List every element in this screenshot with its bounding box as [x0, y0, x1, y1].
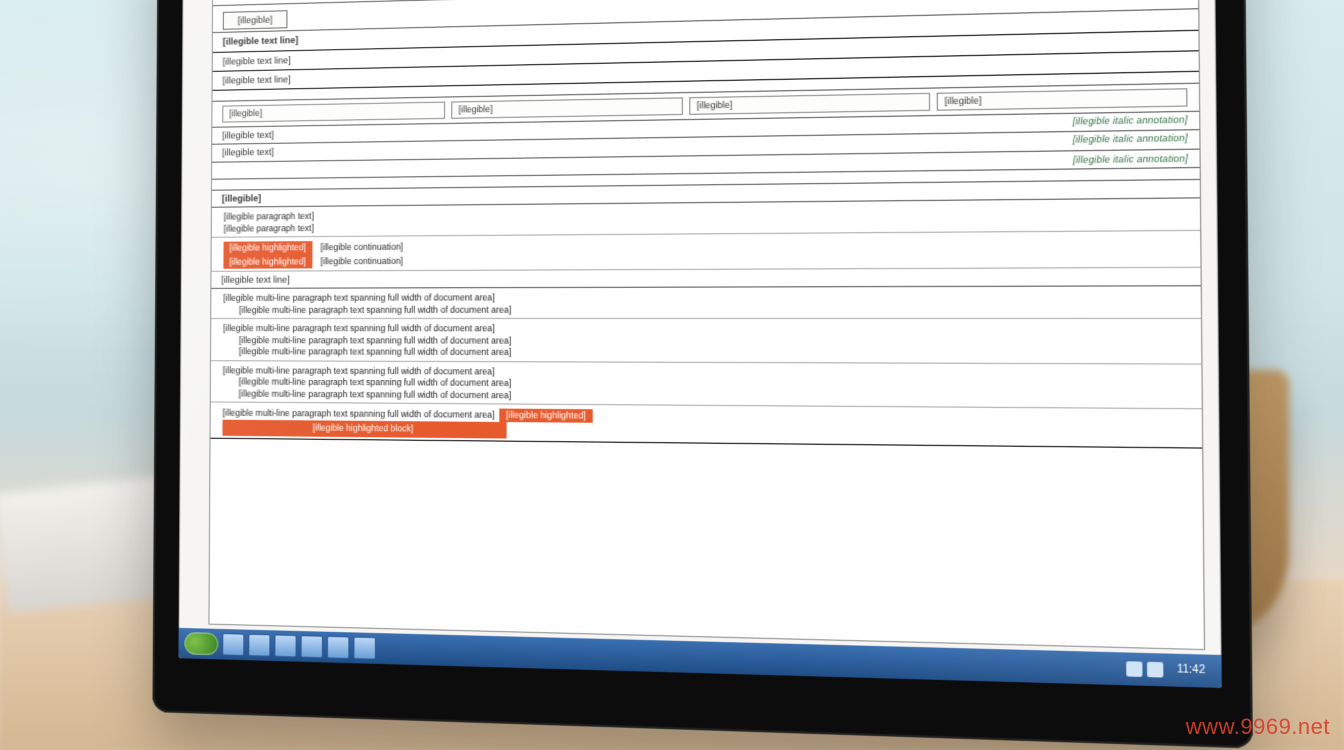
taskbar-app-icon[interactable]	[274, 634, 296, 657]
tray-icon[interactable]	[1147, 662, 1163, 678]
taskbar-app-icon[interactable]	[327, 636, 349, 659]
document-editor-window: [illegible toolbar] [illegible toolbar] …	[178, 0, 1221, 688]
field-cell[interactable]: [illegible]	[222, 101, 445, 122]
taskbar-app-icon[interactable]	[353, 637, 376, 660]
taskbar-app-icon[interactable]	[248, 634, 270, 657]
highlight-span: [illegible highlighted]	[223, 255, 312, 269]
body-paragraph: [illegible multi-line paragraph text spa…	[211, 402, 1203, 448]
highlight-span: [illegible highlighted]	[223, 241, 312, 255]
document-page: [illegible toolbar] [illegible toolbar] …	[208, 0, 1205, 650]
taskbar-clock[interactable]: 11:42	[1168, 663, 1215, 679]
start-button[interactable]	[184, 632, 218, 655]
screen: [illegible toolbar] [illegible toolbar] …	[178, 0, 1221, 688]
field-cell[interactable]: [illegible]	[937, 88, 1188, 111]
body-paragraph: [illegible multi-line paragraph text spa…	[211, 361, 1202, 410]
monitor: [illegible toolbar] [illegible toolbar] …	[152, 0, 1253, 749]
taskbar-app-icon[interactable]	[301, 635, 323, 658]
field-cell[interactable]: [illegible]	[689, 93, 930, 115]
highlight-span: [illegible highlighted block]	[222, 420, 506, 438]
taskbar-app-icon[interactable]	[222, 633, 244, 656]
body-paragraph: [illegible highlighted] [illegible conti…	[211, 231, 1200, 272]
body-paragraph: [illegible multi-line paragraph text spa…	[211, 319, 1201, 364]
section-tag: [illegible]	[223, 10, 288, 30]
highlight-span: [illegible highlighted]	[500, 409, 593, 424]
field-cell[interactable]: [illegible]	[451, 97, 683, 119]
annotation-text: [illegible italic annotation]	[1073, 114, 1188, 128]
tray-icon[interactable]	[1126, 661, 1142, 677]
body-paragraph: [illegible multi-line paragraph text spa…	[211, 287, 1201, 320]
image-watermark: www.9969.net	[1186, 714, 1330, 740]
annotation-text: [illegible italic annotation]	[1073, 133, 1188, 147]
